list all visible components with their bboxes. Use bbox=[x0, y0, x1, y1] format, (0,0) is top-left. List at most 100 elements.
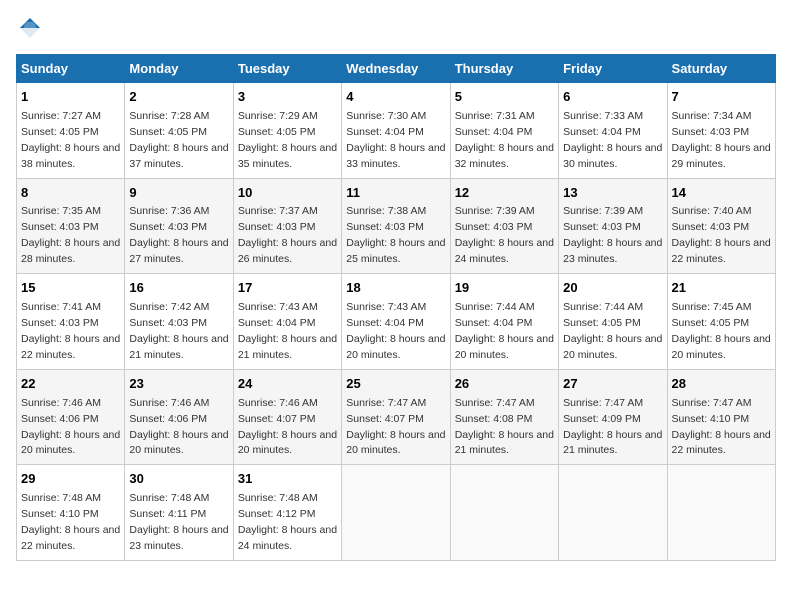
daylight-info: Daylight: 8 hours and 24 minutes. bbox=[455, 237, 554, 265]
day-number: 12 bbox=[455, 184, 554, 203]
daylight-info: Daylight: 8 hours and 21 minutes. bbox=[455, 429, 554, 457]
table-row: 31Sunrise: 7:48 AMSunset: 4:12 PMDayligh… bbox=[233, 465, 341, 561]
sunrise-info: Sunrise: 7:46 AM bbox=[21, 397, 101, 409]
sunset-info: Sunset: 4:05 PM bbox=[21, 126, 99, 138]
day-number: 18 bbox=[346, 279, 445, 298]
calendar-week-row: 8 Sunrise: 7:35 AM Sunset: 4:03 PM Daylight… bbox=[17, 178, 776, 274]
table-row: 25Sunrise: 7:47 AMSunset: 4:07 PMDayligh… bbox=[342, 369, 450, 465]
day-number: 5 bbox=[455, 88, 554, 107]
sunrise-info: Sunrise: 7:48 AM bbox=[238, 492, 318, 504]
sunrise-info: Sunrise: 7:40 AM bbox=[672, 205, 752, 217]
day-number: 3 bbox=[238, 88, 337, 107]
sunrise-info: Sunrise: 7:31 AM bbox=[455, 110, 535, 122]
sunset-info: Sunset: 4:03 PM bbox=[455, 221, 533, 233]
table-row: 19Sunrise: 7:44 AMSunset: 4:04 PMDayligh… bbox=[450, 274, 558, 370]
day-number: 24 bbox=[238, 375, 337, 394]
day-number: 17 bbox=[238, 279, 337, 298]
day-number: 27 bbox=[563, 375, 662, 394]
day-number: 16 bbox=[129, 279, 228, 298]
sunset-info: Sunset: 4:03 PM bbox=[21, 221, 99, 233]
table-row bbox=[450, 465, 558, 561]
sunrise-info: Sunrise: 7:44 AM bbox=[455, 301, 535, 313]
daylight-info: Daylight: 8 hours and 20 minutes. bbox=[346, 429, 445, 457]
day-number: 4 bbox=[346, 88, 445, 107]
sunset-info: Sunset: 4:03 PM bbox=[21, 317, 99, 329]
daylight-info: Daylight: 8 hours and 35 minutes. bbox=[238, 142, 337, 170]
table-row: 23Sunrise: 7:46 AMSunset: 4:06 PMDayligh… bbox=[125, 369, 233, 465]
day-number: 13 bbox=[563, 184, 662, 203]
daylight-info: Daylight: 8 hours and 30 minutes. bbox=[563, 142, 662, 170]
table-row: 22Sunrise: 7:46 AMSunset: 4:06 PMDayligh… bbox=[17, 369, 125, 465]
col-saturday: Saturday bbox=[667, 55, 775, 83]
daylight-info: Daylight: 8 hours and 33 minutes. bbox=[346, 142, 445, 170]
daylight-info: Daylight: 8 hours and 27 minutes. bbox=[129, 237, 228, 265]
sunrise-info: Sunrise: 7:34 AM bbox=[672, 110, 752, 122]
daylight-info: Daylight: 8 hours and 20 minutes. bbox=[563, 333, 662, 361]
sunset-info: Sunset: 4:04 PM bbox=[238, 317, 316, 329]
sunrise-info: Sunrise: 7:46 AM bbox=[238, 397, 318, 409]
sunrise-info: Sunrise: 7:29 AM bbox=[238, 110, 318, 122]
table-row: 18Sunrise: 7:43 AMSunset: 4:04 PMDayligh… bbox=[342, 274, 450, 370]
sunrise-info: Sunrise: 7:42 AM bbox=[129, 301, 209, 313]
day-number: 2 bbox=[129, 88, 228, 107]
table-row: 16Sunrise: 7:42 AMSunset: 4:03 PMDayligh… bbox=[125, 274, 233, 370]
sunset-info: Sunset: 4:03 PM bbox=[563, 221, 641, 233]
sunset-info: Sunset: 4:06 PM bbox=[129, 413, 207, 425]
sunset-info: Sunset: 4:03 PM bbox=[129, 221, 207, 233]
day-number: 8 bbox=[21, 184, 120, 203]
day-number: 10 bbox=[238, 184, 337, 203]
day-number: 9 bbox=[129, 184, 228, 203]
col-tuesday: Tuesday bbox=[233, 55, 341, 83]
day-number: 6 bbox=[563, 88, 662, 107]
sunrise-info: Sunrise: 7:47 AM bbox=[672, 397, 752, 409]
table-row: 2Sunrise: 7:28 AMSunset: 4:05 PMDaylight… bbox=[125, 83, 233, 179]
calendar-week-row: 22 Sunrise: 7:46 AM Sunset: 4:06 PM Dayligh… bbox=[17, 369, 776, 465]
daylight-info: Daylight: 8 hours and 26 minutes. bbox=[238, 237, 337, 265]
daylight-info: Daylight: 8 hours and 22 minutes. bbox=[672, 237, 771, 265]
daylight-info: Daylight: 8 hours and 23 minutes. bbox=[129, 524, 228, 552]
daylight-info: Daylight: 8 hours and 22 minutes. bbox=[672, 429, 771, 457]
daylight-info: Daylight: 8 hours and 21 minutes. bbox=[238, 333, 337, 361]
day-number: 7 bbox=[672, 88, 771, 107]
day-number: 19 bbox=[455, 279, 554, 298]
sunrise-info: Sunrise: 7:47 AM bbox=[563, 397, 643, 409]
sunset-info: Sunset: 4:03 PM bbox=[129, 317, 207, 329]
sunset-info: Sunset: 4:07 PM bbox=[346, 413, 424, 425]
sunset-info: Sunset: 4:05 PM bbox=[238, 126, 316, 138]
daylight-info: Daylight: 8 hours and 23 minutes. bbox=[563, 237, 662, 265]
sunrise-info: Sunrise: 7:30 AM bbox=[346, 110, 426, 122]
table-row: 12Sunrise: 7:39 AMSunset: 4:03 PMDayligh… bbox=[450, 178, 558, 274]
day-number: 21 bbox=[672, 279, 771, 298]
day-number: 22 bbox=[21, 375, 120, 394]
col-wednesday: Wednesday bbox=[342, 55, 450, 83]
sunset-info: Sunset: 4:03 PM bbox=[672, 221, 750, 233]
sunset-info: Sunset: 4:09 PM bbox=[563, 413, 641, 425]
sunrise-info: Sunrise: 7:41 AM bbox=[21, 301, 101, 313]
table-row: 21Sunrise: 7:45 AMSunset: 4:05 PMDayligh… bbox=[667, 274, 775, 370]
sunrise-info: Sunrise: 7:28 AM bbox=[129, 110, 209, 122]
sunrise-info: Sunrise: 7:35 AM bbox=[21, 205, 101, 217]
daylight-info: Daylight: 8 hours and 20 minutes. bbox=[238, 429, 337, 457]
col-friday: Friday bbox=[559, 55, 667, 83]
calendar-week-row: 29 Sunrise: 7:48 AM Sunset: 4:10 PM Dayligh… bbox=[17, 465, 776, 561]
table-row: 11Sunrise: 7:38 AMSunset: 4:03 PMDayligh… bbox=[342, 178, 450, 274]
sunrise-info: Sunrise: 7:45 AM bbox=[672, 301, 752, 313]
sunset-info: Sunset: 4:05 PM bbox=[672, 317, 750, 329]
daylight-info: Daylight: 8 hours and 21 minutes. bbox=[563, 429, 662, 457]
sunset-info: Sunset: 4:10 PM bbox=[21, 508, 99, 520]
day-number: 15 bbox=[21, 279, 120, 298]
sunset-info: Sunset: 4:04 PM bbox=[455, 126, 533, 138]
daylight-info: Daylight: 8 hours and 32 minutes. bbox=[455, 142, 554, 170]
calendar-week-row: 15 Sunrise: 7:41 AM Sunset: 4:03 PM Dayligh… bbox=[17, 274, 776, 370]
sunrise-info: Sunrise: 7:37 AM bbox=[238, 205, 318, 217]
table-row: 20Sunrise: 7:44 AMSunset: 4:05 PMDayligh… bbox=[559, 274, 667, 370]
table-row bbox=[559, 465, 667, 561]
daylight-info: Daylight: 8 hours and 22 minutes. bbox=[21, 333, 120, 361]
day-number: 29 bbox=[21, 470, 120, 489]
sunset-info: Sunset: 4:04 PM bbox=[346, 317, 424, 329]
sunrise-info: Sunrise: 7:39 AM bbox=[563, 205, 643, 217]
table-row: 30Sunrise: 7:48 AMSunset: 4:11 PMDayligh… bbox=[125, 465, 233, 561]
table-row: 17Sunrise: 7:43 AMSunset: 4:04 PMDayligh… bbox=[233, 274, 341, 370]
daylight-info: Daylight: 8 hours and 28 minutes. bbox=[21, 237, 120, 265]
sunset-info: Sunset: 4:04 PM bbox=[346, 126, 424, 138]
